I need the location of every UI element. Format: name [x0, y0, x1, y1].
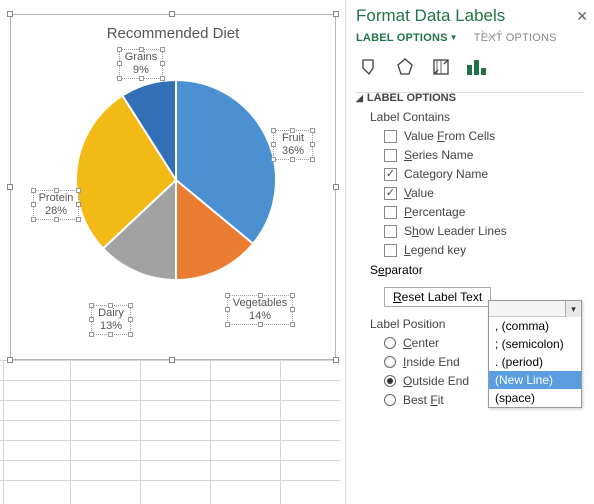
resize-handle[interactable] [333, 357, 339, 363]
panel-title: Format Data Labels [346, 0, 594, 28]
label-cat: Vegetables [233, 297, 287, 309]
radio-label: Best Fit [403, 393, 444, 407]
effects-icon[interactable] [394, 56, 416, 78]
chk-label: Category Name [404, 167, 488, 181]
chk-label: Show Leader Lines [404, 224, 507, 238]
separator-option[interactable]: . (period) [489, 353, 581, 371]
checkbox-icon: ✓ [384, 187, 397, 200]
tab-label-options[interactable]: LABEL OPTIONS▼ [356, 30, 458, 46]
chevron-down-icon: ▼ [450, 33, 458, 42]
resize-handle[interactable] [333, 11, 339, 17]
checkbox-icon [384, 206, 397, 219]
section-title: LABEL OPTIONS [367, 92, 456, 104]
chk-label: Value From Cells [404, 129, 495, 143]
label-cat: Protein [39, 192, 74, 204]
tab-label: LABEL OPTIONS [356, 32, 448, 44]
radio-label: Outside End [403, 374, 469, 388]
radio-icon [384, 337, 396, 349]
separator-option[interactable]: ; (semicolon) [489, 335, 581, 353]
data-label-grains[interactable]: Grains 9% [119, 49, 163, 79]
cells-region [0, 360, 340, 504]
reset-label-text-button[interactable]: Reset Label Text [384, 287, 491, 307]
resize-handle[interactable] [333, 184, 339, 190]
chk-legend-key[interactable]: Legend key [384, 243, 584, 257]
chk-label: Legend key [404, 243, 466, 257]
radio-label: Center [403, 336, 439, 350]
chk-value-from-cells[interactable]: Value From Cells [384, 129, 584, 143]
collapse-icon: ◢ [356, 93, 363, 104]
pie-plot[interactable] [71, 75, 281, 285]
resize-handle[interactable] [169, 11, 175, 17]
chk-label: Percentage [404, 205, 465, 219]
label-val: 28% [45, 205, 67, 217]
checkbox-icon [384, 149, 397, 162]
fill-line-icon[interactable] [358, 56, 380, 78]
label-val: 36% [282, 145, 304, 157]
data-label-dairy[interactable]: Dairy 13% [91, 305, 131, 335]
chk-percentage[interactable]: Percentage [384, 205, 584, 219]
resize-handle[interactable] [7, 11, 13, 17]
chart-title[interactable]: Recommended Diet [11, 25, 335, 42]
label-val: 14% [249, 310, 271, 322]
label-val: 9% [133, 64, 149, 76]
chk-label: Series Name [404, 148, 473, 162]
radio-icon [384, 394, 396, 406]
label-cat: Grains [125, 51, 157, 63]
checkbox-icon: ✓ [384, 168, 397, 181]
resize-handle[interactable] [169, 357, 175, 363]
chart-object[interactable]: Recommended Diet Fruit 36% Vegetables 14… [10, 14, 336, 360]
chk-series-name[interactable]: Series Name [384, 148, 584, 162]
label-cat: Fruit [282, 132, 304, 144]
radio-icon [384, 356, 396, 368]
data-label-protein[interactable]: Protein 28% [33, 190, 79, 220]
checkbox-icon [384, 244, 397, 257]
chk-show-leader-lines[interactable]: Show Leader Lines [384, 224, 584, 238]
separator-option[interactable]: (space) [489, 389, 581, 407]
panel-icon-tabs [346, 52, 594, 78]
active-tab-caret-icon [481, 30, 501, 40]
radio-label: Inside End [403, 355, 460, 369]
radio-icon [384, 375, 396, 387]
label-cat: Dairy [98, 307, 124, 319]
size-properties-icon[interactable] [430, 56, 452, 78]
separator-dropdown[interactable]: ▾ , (comma); (semicolon). (period)(New L… [488, 300, 582, 408]
resize-handle[interactable] [7, 357, 13, 363]
separator-option[interactable]: (New Line) [489, 371, 581, 389]
chk-category-name[interactable]: ✓ Category Name [384, 167, 584, 181]
resize-handle[interactable] [7, 184, 13, 190]
format-data-labels-panel: Format Data Labels ✕ LABEL OPTIONS▼ TEXT… [345, 0, 594, 504]
chk-value[interactable]: ✓ Value [384, 186, 584, 200]
checkbox-icon [384, 225, 397, 238]
chevron-down-icon[interactable]: ▾ [565, 301, 581, 317]
label-contains-heading: Label Contains [370, 110, 584, 124]
separator-label: Separator [370, 263, 423, 277]
worksheet-area: Recommended Diet Fruit 36% Vegetables 14… [0, 0, 340, 504]
label-options-icon[interactable] [466, 56, 488, 78]
separator-option[interactable]: , (comma) [489, 317, 581, 335]
data-label-vegetables[interactable]: Vegetables 14% [227, 295, 293, 325]
dropdown-header[interactable]: ▾ [489, 301, 581, 317]
chk-label: Value [404, 186, 434, 200]
close-icon[interactable]: ✕ [576, 8, 588, 25]
data-label-fruit[interactable]: Fruit 36% [273, 130, 313, 160]
checkbox-icon [384, 130, 397, 143]
label-val: 13% [100, 320, 122, 332]
label-options-section-header[interactable]: ◢ LABEL OPTIONS [356, 92, 584, 104]
